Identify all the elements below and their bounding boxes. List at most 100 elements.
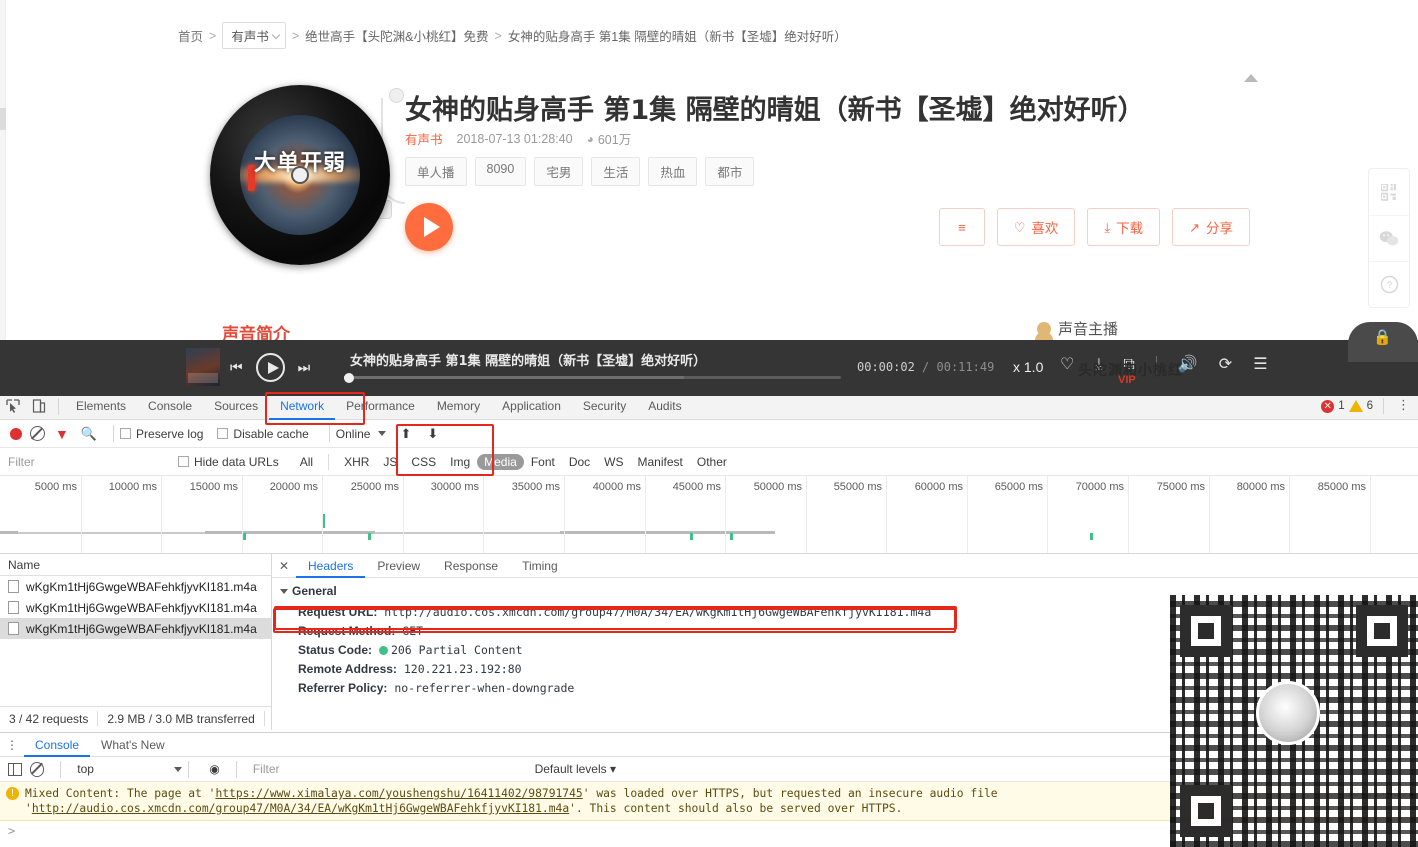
play-button-large[interactable]: [405, 203, 453, 251]
like-icon[interactable]: ♡: [1060, 357, 1074, 373]
close-icon[interactable]: ✕: [272, 559, 296, 573]
tag-item[interactable]: 都市: [705, 157, 755, 186]
device-toolbar-icon[interactable]: [26, 393, 52, 419]
chevron-down-icon[interactable]: [378, 431, 387, 436]
clear-icon[interactable]: [30, 426, 45, 441]
tab-console-drawer[interactable]: Console: [24, 733, 90, 757]
tab-sources[interactable]: Sources: [203, 393, 269, 420]
tab-response[interactable]: Response: [432, 554, 510, 578]
qrcode-finder-bottom-left: [1180, 785, 1232, 837]
msg-link-audio[interactable]: http://audio.cos.xmcdn.com/group47/M0A/3…: [32, 802, 569, 815]
filter-type-xhr[interactable]: XHR: [337, 454, 376, 470]
console-sidebar-icon[interactable]: [8, 762, 22, 776]
table-row[interactable]: wKgKm1tHj6GwgeWBAFehkfjyvKI181.m4a: [0, 618, 271, 639]
add-to-playlist-button[interactable]: ≡: [939, 208, 985, 246]
tab-security[interactable]: Security: [572, 393, 637, 420]
playlist-icon[interactable]: ☰: [1253, 357, 1267, 373]
inspect-element-icon[interactable]: [0, 393, 26, 419]
request-list-header[interactable]: Name: [0, 554, 271, 576]
tab-performance[interactable]: Performance: [335, 393, 426, 420]
throttling-select[interactable]: Online: [336, 427, 371, 441]
breadcrumb-sep-2: >: [291, 28, 300, 43]
network-filter-input[interactable]: Filter: [0, 455, 170, 469]
drawer-more-icon[interactable]: ⋮: [0, 738, 24, 752]
filter-type-other[interactable]: Other: [690, 454, 734, 470]
tab-memory[interactable]: Memory: [426, 393, 491, 420]
player-cover-thumb[interactable]: [186, 348, 220, 386]
next-track-icon[interactable]: ⏭: [298, 359, 311, 376]
console-filter-input[interactable]: Filter: [253, 762, 535, 776]
tab-timing[interactable]: Timing: [510, 554, 570, 578]
network-filter-bar: Filter Hide data URLs All XHR JS CSS Img…: [0, 448, 1418, 476]
tag-item[interactable]: 8090: [474, 157, 527, 186]
tab-network[interactable]: Network: [269, 393, 335, 420]
meta-category[interactable]: 有声书: [405, 129, 443, 148]
table-row[interactable]: wKgKm1tHj6GwgeWBAFehkfjyvKI181.m4a: [0, 576, 271, 597]
warning-count: 6: [1366, 400, 1373, 412]
help-icon[interactable]: ?: [1369, 261, 1409, 307]
timeline-tick-label: 40000 ms: [592, 481, 641, 493]
chevron-down-icon[interactable]: [174, 766, 183, 772]
breadcrumb-home[interactable]: 首页: [178, 26, 203, 45]
msg-link-page[interactable]: https://www.ximalaya.com/youshengshu/164…: [215, 787, 582, 800]
filter-type-css[interactable]: CSS: [404, 454, 443, 470]
tag-item[interactable]: 宅男: [534, 157, 584, 186]
download-button[interactable]: ⤓ 下载: [1087, 208, 1161, 246]
tab-application[interactable]: Application: [491, 393, 572, 420]
import-har-icon[interactable]: ⬆: [400, 426, 411, 442]
live-expression-icon[interactable]: ◉: [209, 762, 219, 776]
user-icon: [1035, 321, 1053, 340]
filter-type-font[interactable]: Font: [524, 454, 562, 470]
meta-plays-count: 601万: [597, 133, 632, 147]
filter-type-all[interactable]: All: [293, 454, 320, 470]
collapse-arrow-icon[interactable]: [1244, 74, 1258, 82]
status-ok-icon: [378, 645, 388, 655]
wechat-icon[interactable]: [1369, 215, 1409, 261]
filter-type-manifest[interactable]: Manifest: [631, 454, 690, 470]
repeat-icon[interactable]: ⟳: [1219, 357, 1232, 373]
album-disc[interactable]: 大单开弱: [205, 80, 405, 270]
previous-track-icon[interactable]: ⏮: [230, 359, 243, 376]
hide-data-urls-checkbox[interactable]: Hide data URLs: [178, 455, 279, 469]
tab-console[interactable]: Console: [137, 393, 203, 420]
share-button[interactable]: ↗ 分享: [1172, 208, 1250, 246]
disable-cache-checkbox[interactable]: Disable cache: [217, 427, 309, 441]
more-options-icon[interactable]: ⋮: [1397, 397, 1410, 413]
filter-type-ws[interactable]: WS: [597, 454, 630, 470]
player-lock-tab[interactable]: [1348, 322, 1418, 362]
tab-preview[interactable]: Preview: [365, 554, 432, 578]
player-speed-button[interactable]: x 1.0: [1013, 359, 1043, 375]
filter-icon[interactable]: ▼: [55, 426, 69, 442]
player-progress-bar[interactable]: [344, 372, 841, 383]
console-levels-select[interactable]: Default levels ▾: [535, 762, 616, 776]
filter-type-js[interactable]: JS: [376, 454, 404, 470]
filter-type-media[interactable]: Media: [477, 453, 524, 470]
tag-item[interactable]: 热血: [648, 157, 698, 186]
issue-counters[interactable]: ✕ 1 6: [1321, 398, 1384, 414]
filter-type-doc[interactable]: Doc: [562, 454, 597, 470]
network-timeline-overview[interactable]: 5000 ms 10000 ms 15000 ms 20000 ms 25000 ms 3…: [0, 476, 1418, 554]
msg-part-3: '. This content should also be served ov…: [569, 802, 903, 815]
tab-headers[interactable]: Headers: [296, 554, 365, 578]
tab-whats-new[interactable]: What's New: [90, 733, 176, 757]
console-context-select[interactable]: top: [67, 762, 174, 776]
breadcrumb-category[interactable]: 有声书: [222, 22, 286, 49]
like-button[interactable]: ♡ 喜欢: [996, 208, 1076, 246]
tab-elements[interactable]: Elements: [65, 393, 137, 420]
hide-data-urls-label: Hide data URLs: [194, 454, 279, 469]
export-har-icon[interactable]: ⬇: [427, 426, 438, 442]
qrcode-icon[interactable]: [1369, 169, 1409, 215]
search-icon[interactable]: 🔍: [81, 426, 97, 442]
filter-type-img[interactable]: Img: [443, 454, 477, 470]
clear-console-icon[interactable]: [29, 761, 45, 777]
tag-item[interactable]: 单人播: [405, 157, 467, 186]
player-progress-handle[interactable]: [344, 372, 354, 383]
play-icon[interactable]: [255, 353, 285, 382]
table-row[interactable]: wKgKm1tHj6GwgeWBAFehkfjyvKI181.m4a: [0, 597, 271, 618]
record-icon[interactable]: [10, 427, 22, 440]
tag-item[interactable]: 生活: [591, 157, 641, 186]
timeline-tick-label: 55000 ms: [833, 481, 882, 493]
preserve-log-checkbox[interactable]: Preserve log: [120, 427, 203, 441]
tab-audits[interactable]: Audits: [637, 393, 692, 420]
breadcrumb-album[interactable]: 绝世高手【头陀渊&小桃红】免费: [305, 26, 488, 45]
